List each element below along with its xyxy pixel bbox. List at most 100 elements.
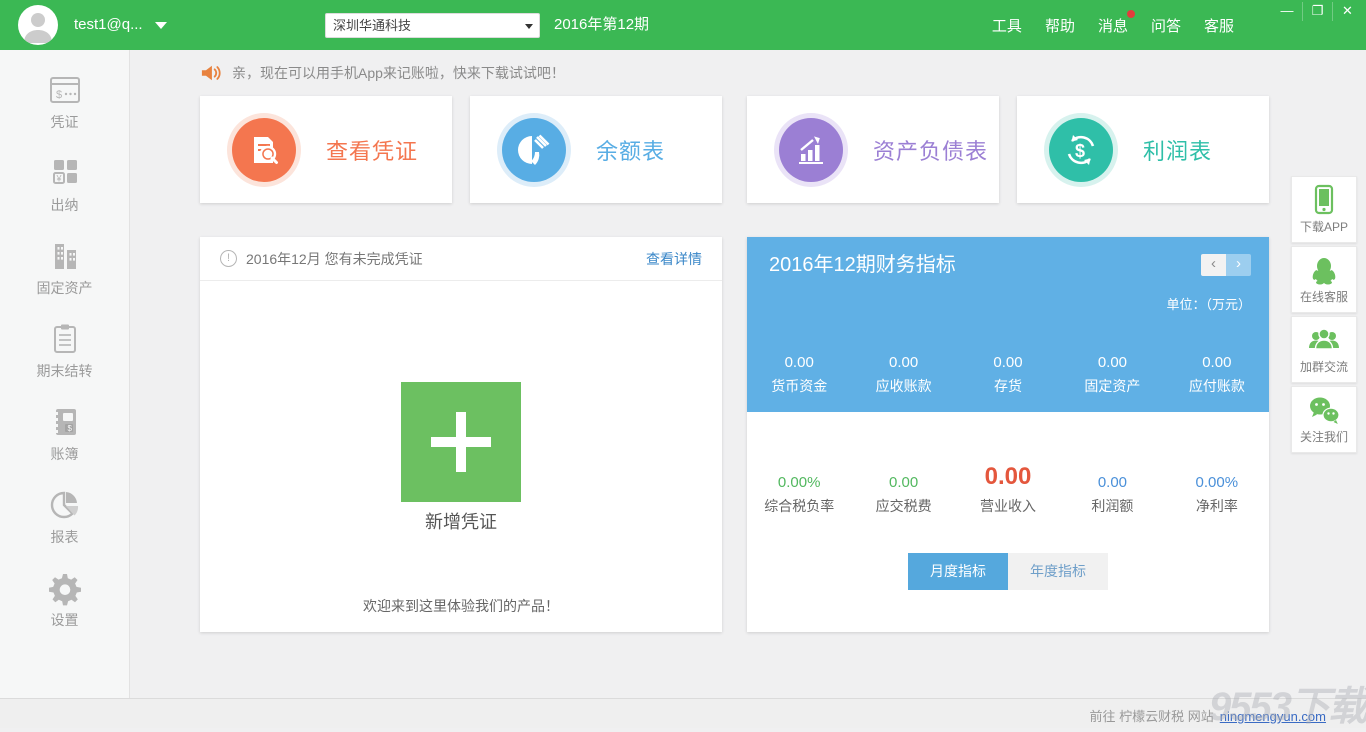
fixed-assets-icon: [0, 238, 129, 274]
svg-text:$: $: [1075, 141, 1085, 161]
sidebar-item-period-end[interactable]: 期末结转: [0, 321, 129, 381]
person-icon: [18, 5, 58, 45]
profit-icon: $: [1049, 118, 1113, 182]
metric-tax-burden-rate: 0.00% 综合税负率: [747, 465, 851, 516]
footer-text: 前往 柠檬云财税 网站 ningmengyun.com: [1090, 706, 1326, 725]
view-voucher-icon: [232, 118, 296, 182]
tab-yearly-indicators[interactable]: 年度指标: [1008, 553, 1108, 590]
welcome-text: 欢迎来到这里体验我们的产品！: [200, 596, 722, 616]
menu-support[interactable]: 客服: [1204, 15, 1234, 36]
user-menu[interactable]: test1@q...: [74, 0, 167, 50]
notice-text: 亲，现在可以用手机App来记账啦，快来下载试试吧！: [232, 63, 565, 83]
menu-help[interactable]: 帮助: [1045, 15, 1075, 36]
shortcut-assets-liabilities[interactable]: 资产负债表: [747, 96, 999, 203]
toolbar-label: 在线客服: [1292, 288, 1356, 305]
top-menu: 工具 帮助 消息 问答 客服: [992, 0, 1234, 50]
maximize-button[interactable]: ❐: [1302, 2, 1332, 21]
tab-monthly-indicators[interactable]: 月度指标: [908, 553, 1008, 590]
next-period-button[interactable]: ›: [1226, 254, 1251, 276]
shortcut-label: 余额表: [596, 134, 665, 166]
metric-accounts-payable: 0.00 应付账款: [1165, 345, 1269, 396]
shortcut-view-voucher[interactable]: 查看凭证: [200, 96, 452, 203]
window-controls: — ❐ ✕: [1272, 2, 1362, 21]
view-details-link[interactable]: 查看详情: [646, 249, 702, 269]
assets-liabilities-icon: [779, 118, 843, 182]
avatar[interactable]: [18, 5, 58, 45]
finance-panel: 2016年12期财务指标 ‹ › 单位：（万元） 0.00 货币资金 0.00 …: [747, 237, 1269, 632]
menu-messages[interactable]: 消息: [1098, 15, 1128, 36]
sidebar: $ 凭证 ¥ 出纳: [0, 50, 130, 698]
metric-fixed-assets: 0.00 固定资产: [1060, 345, 1164, 396]
svg-text:$: $: [67, 424, 72, 433]
company-select[interactable]: 深圳华通科技: [325, 13, 540, 38]
select-caret-icon: [525, 24, 533, 29]
sidebar-label: 报表: [0, 527, 129, 547]
footer-bar: 前往 柠檬云财税 网站 ningmengyun.com: [0, 698, 1366, 728]
sidebar-item-settings[interactable]: 设置: [0, 570, 129, 630]
shortcut-label: 利润表: [1143, 134, 1212, 166]
indicator-tabs: 月度指标 年度指标: [908, 553, 1108, 590]
voucher-icon: $: [0, 72, 129, 108]
settings-icon: [0, 570, 129, 606]
sidebar-label: 凭证: [0, 112, 129, 132]
metric-tax-payable: 0.00 应交税费: [851, 465, 955, 516]
sidebar-item-reports[interactable]: 报表: [0, 487, 129, 547]
metric-net-profit-rate: 0.00% 净利率: [1165, 465, 1269, 516]
close-button[interactable]: ✕: [1332, 2, 1362, 21]
notice-bar: 亲，现在可以用手机App来记账啦，快来下载试试吧！: [200, 60, 1269, 86]
qq-service-icon: [1292, 254, 1356, 286]
toolbar-join-group[interactable]: 加群交流: [1291, 316, 1357, 383]
footer-prefix: 前往 柠檬云财税 网站: [1090, 709, 1214, 724]
group-chat-icon: [1292, 324, 1356, 356]
sidebar-label: 固定资产: [0, 278, 129, 298]
svg-text:$: $: [56, 89, 62, 101]
add-voucher-button[interactable]: [401, 382, 521, 502]
prev-period-button[interactable]: ‹: [1201, 254, 1226, 276]
sidebar-label: 设置: [0, 610, 129, 630]
shortcut-balance-sheet[interactable]: 余额表: [470, 96, 722, 203]
toolbar-download-app[interactable]: 下载APP: [1291, 176, 1357, 243]
shortcut-label: 资产负债表: [873, 134, 988, 166]
period-end-icon: [0, 321, 129, 357]
reports-icon: [0, 487, 129, 523]
toolbar-label: 下载APP: [1292, 218, 1356, 235]
metric-operating-revenue: 0.00 营业收入: [956, 465, 1060, 516]
finance-panel-header: 2016年12期财务指标 ‹ › 单位：（万元） 0.00 货币资金 0.00 …: [747, 237, 1269, 412]
speaker-icon: [200, 63, 222, 83]
toolbar-label: 加群交流: [1292, 358, 1356, 375]
bottom-metrics-row: 0.00% 综合税负率 0.00 应交税费 0.00 营业收入 0.00 利润额…: [747, 465, 1269, 516]
sidebar-item-ledger[interactable]: $ 账簿: [0, 404, 129, 464]
sidebar-item-voucher[interactable]: $ 凭证: [0, 72, 129, 132]
sidebar-item-fixed-assets[interactable]: 固定资产: [0, 238, 129, 298]
website-link[interactable]: ningmengyun.com: [1220, 709, 1326, 724]
finance-panel-title: 2016年12期财务指标: [769, 248, 956, 277]
menu-tools[interactable]: 工具: [992, 15, 1022, 36]
toolbar-label: 关注我们: [1292, 428, 1356, 445]
message-badge: [1127, 10, 1135, 18]
minimize-button[interactable]: —: [1272, 2, 1302, 21]
metric-monetary-funds: 0.00 货币资金: [747, 345, 851, 396]
username-label: test1@q...: [74, 16, 143, 33]
shortcut-label: 查看凭证: [326, 134, 418, 166]
chevron-down-icon: [155, 22, 167, 29]
sidebar-item-cashier[interactable]: ¥ 出纳: [0, 155, 129, 215]
unit-label: 单位：（万元）: [1166, 294, 1251, 313]
company-select-value: 深圳华通科技: [333, 18, 411, 33]
top-metrics-row: 0.00 货币资金 0.00 应收账款 0.00 存货 0.00 固定资产 0.…: [747, 345, 1269, 396]
cashier-icon: ¥: [0, 155, 129, 191]
metric-inventory: 0.00 存货: [956, 345, 1060, 396]
wechat-follow-icon: [1292, 394, 1356, 426]
sidebar-label: 出纳: [0, 195, 129, 215]
toolbar-online-service[interactable]: 在线客服: [1291, 246, 1357, 313]
voucher-panel-header: ! 2016年12月 您有未完成凭证 查看详情: [200, 237, 722, 281]
download-app-icon: [1292, 184, 1356, 216]
menu-qa[interactable]: 问答: [1151, 15, 1181, 36]
metric-profit: 0.00 利润额: [1060, 465, 1164, 516]
shortcut-profit[interactable]: $ 利润表: [1017, 96, 1269, 203]
sidebar-label: 账簿: [0, 444, 129, 464]
toolbar-follow-us[interactable]: 关注我们: [1291, 386, 1357, 453]
period-label: 2016年第12期: [554, 0, 649, 50]
sidebar-label: 期末结转: [0, 361, 129, 381]
voucher-panel: ! 2016年12月 您有未完成凭证 查看详情 新增凭证 欢迎来到这里体验我们的…: [200, 237, 722, 632]
metric-accounts-receivable: 0.00 应收账款: [851, 345, 955, 396]
